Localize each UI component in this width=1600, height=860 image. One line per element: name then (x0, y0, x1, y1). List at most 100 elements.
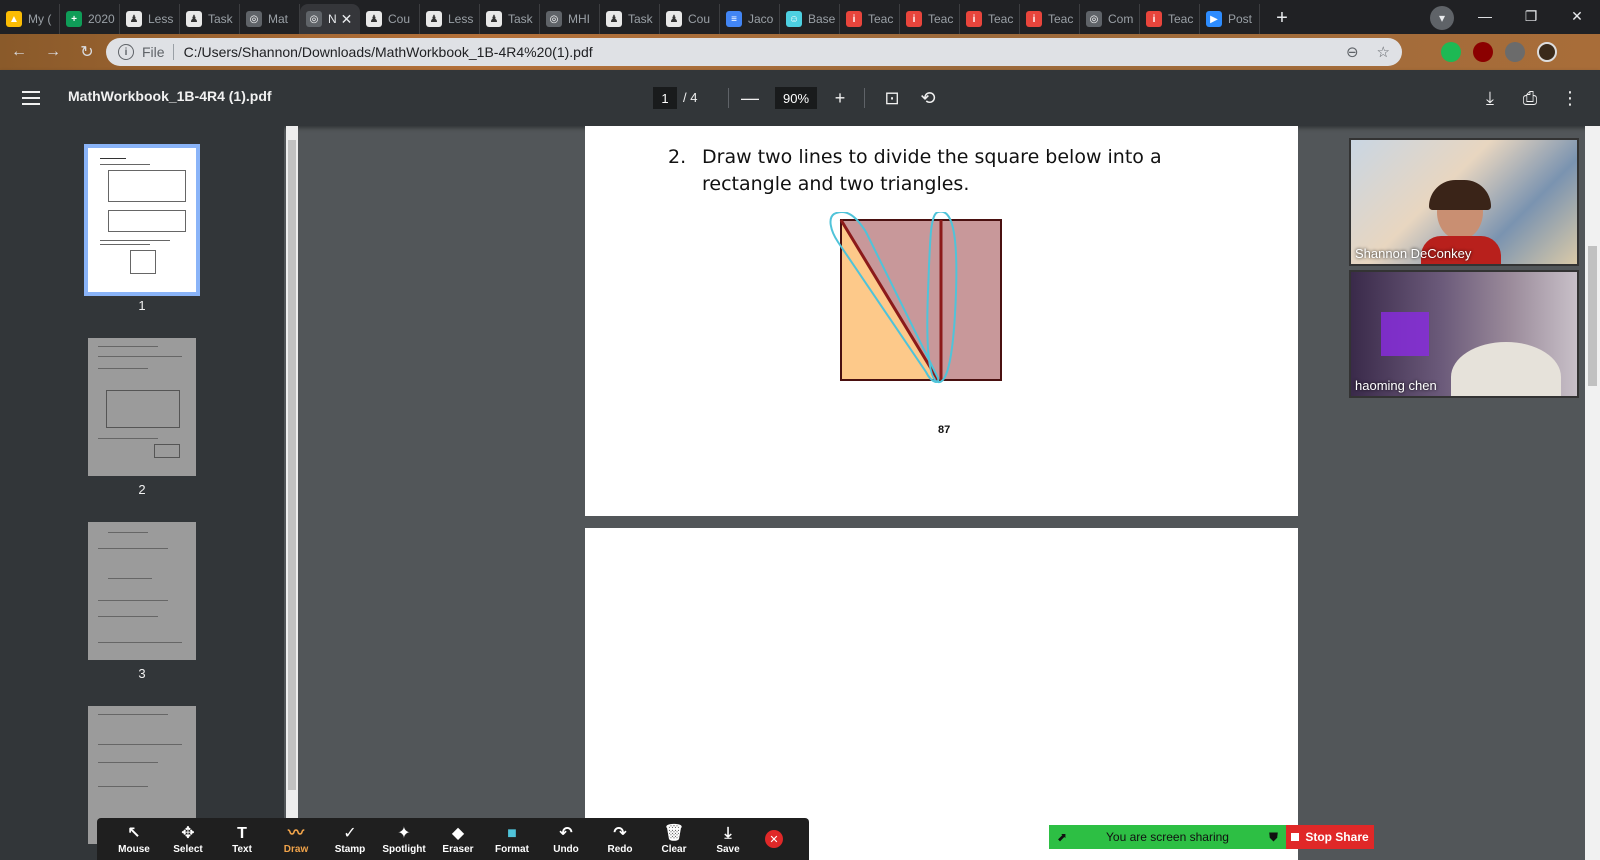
tab-title: Task (508, 12, 533, 26)
sidebar-scroll-thumb[interactable] (288, 140, 296, 790)
video-tile-haoming[interactable]: haoming chen (1349, 270, 1579, 398)
tab-favicon-icon: i (906, 11, 922, 27)
ublock-icon[interactable] (1473, 42, 1493, 62)
browser-tab[interactable]: ♟ Cou (660, 4, 720, 34)
close-annotation-icon[interactable]: ✕ (765, 830, 783, 848)
browser-tab[interactable]: ◎ Com (1080, 4, 1140, 34)
reload-icon[interactable]: ↻ (72, 37, 102, 67)
browser-tab[interactable]: i Teac (1020, 4, 1080, 34)
browser-tab[interactable]: +2020 (60, 4, 120, 34)
profile-avatar[interactable] (1537, 42, 1557, 62)
select-icon: ✥ (181, 824, 195, 842)
browser-tab[interactable]: ♟ Cou (360, 4, 420, 34)
browser-tab[interactable]: ≡ Jaco (720, 4, 780, 34)
close-window-icon[interactable]: ✕ (1554, 0, 1600, 32)
url-scheme: File (142, 44, 165, 60)
tab-title: Teac (1048, 12, 1074, 26)
annotate-save-button[interactable]: ⤓ Save (701, 818, 755, 860)
participant-name: Shannon DeConkey (1355, 246, 1472, 261)
annotate-draw-button[interactable]: 〰 Draw (269, 818, 323, 860)
zoom-icon[interactable]: ⊖ (1346, 43, 1359, 61)
tab-favicon-icon: ♟ (426, 11, 442, 27)
site-info-icon[interactable]: i (118, 44, 134, 60)
screen-share-bar: ⬈ You are screen sharing ⛊ Stop Share (1049, 825, 1374, 849)
annotate-undo-button[interactable]: ↶ Undo (539, 818, 593, 860)
sidebar-scrollbar[interactable] (286, 126, 298, 860)
annotate-text-button[interactable]: T Text (215, 818, 269, 860)
browser-tab[interactable]: i Teac (900, 4, 960, 34)
annotate-clear-button[interactable]: 🗑 Clear (647, 818, 701, 860)
annotate-tool-label: Redo (607, 843, 633, 855)
browser-tab[interactable]: ♟ Task (180, 4, 240, 34)
annotate-redo-button[interactable]: ↷ Redo (593, 818, 647, 860)
annotate-mouse-button[interactable]: ↖ Mouse (107, 818, 161, 860)
page-number-input[interactable]: 1 (653, 87, 677, 109)
rotate-icon[interactable]: ⟲ (916, 86, 940, 110)
zoom-out-icon[interactable]: — (738, 86, 762, 110)
annotate-spotlight-button[interactable]: ✦ Spotlight (377, 818, 431, 860)
video-tile-shannon[interactable]: Shannon DeConkey (1349, 138, 1579, 266)
new-tab-button[interactable]: + (1268, 4, 1296, 32)
thumbnail-page-1[interactable] (84, 144, 200, 296)
thumbnail-page-3[interactable] (88, 522, 196, 660)
tab-close-icon[interactable]: ✕ (341, 11, 353, 28)
sharing-status[interactable]: ⬈ You are screen sharing ⛊ (1049, 825, 1286, 849)
clear-icon: 🗑 (663, 824, 685, 842)
tab-favicon-icon: i (1146, 11, 1162, 27)
zoom-level-input[interactable]: 90% (775, 87, 817, 109)
zoom-in-icon[interactable]: + (828, 86, 852, 110)
redo-icon: ↷ (613, 824, 627, 842)
browser-tab[interactable]: ▶ Post (1200, 4, 1260, 34)
thumbnail-page-2[interactable] (88, 338, 196, 476)
tab-favicon-icon: ◎ (306, 11, 322, 27)
browser-tab[interactable]: ◎ Mat (240, 4, 300, 34)
hamburger-menu-icon[interactable] (22, 88, 40, 108)
forward-icon[interactable]: → (38, 37, 68, 67)
browser-tab[interactable]: ♟ Task (480, 4, 540, 34)
url-text[interactable]: C:/Users/Shannon/Downloads/MathWorkbook_… (184, 44, 593, 60)
extensions-puzzle-icon[interactable] (1505, 42, 1525, 62)
undo-icon: ↶ (559, 824, 573, 842)
text-icon: T (237, 824, 247, 842)
browser-tab[interactable]: ♟ Task (600, 4, 660, 34)
extension-green-icon[interactable] (1441, 42, 1461, 62)
minimize-icon[interactable]: — (1462, 0, 1508, 32)
browser-tab[interactable]: ◎ N ✕ (300, 4, 360, 34)
tab-title: My ( (28, 12, 52, 26)
browser-tab[interactable]: ▲ My ( (0, 4, 60, 34)
tab-search-icon[interactable]: ▾ (1430, 6, 1454, 30)
tab-favicon-icon: ♟ (606, 11, 622, 27)
tab-title: MHI (568, 12, 590, 26)
browser-tab[interactable]: i Teac (960, 4, 1020, 34)
tab-title: Teac (988, 12, 1014, 26)
main-scroll-thumb[interactable] (1588, 246, 1597, 386)
main-scrollbar[interactable] (1585, 126, 1600, 860)
print-icon[interactable]: ⎙ (1518, 86, 1542, 110)
stop-share-button[interactable]: Stop Share (1286, 825, 1374, 849)
annotate-tool-label: Clear (661, 843, 687, 855)
fit-to-page-icon[interactable]: ⊡ (880, 86, 904, 110)
pdf-filename: MathWorkbook_1B-4R4 (1).pdf (68, 88, 272, 104)
browser-tab[interactable]: ◎ MHI (540, 4, 600, 34)
browser-tab[interactable]: ♟ Less (420, 4, 480, 34)
participant-name: haoming chen (1355, 378, 1437, 393)
address-bar[interactable]: i File C:/Users/Shannon/Downloads/MathWo… (106, 38, 1402, 66)
tab-favicon-icon: ◎ (246, 11, 262, 27)
annotate-format-button[interactable]: ■ Format (485, 818, 539, 860)
tab-favicon-icon: ♟ (186, 11, 202, 27)
thumbnail-label: 3 (138, 666, 146, 681)
browser-tab[interactable]: ♟ Less (120, 4, 180, 34)
annotate-eraser-button[interactable]: ◆ Eraser (431, 818, 485, 860)
browser-tab[interactable]: i Teac (840, 4, 900, 34)
back-icon[interactable]: ← (4, 37, 34, 67)
annotate-stamp-button[interactable]: ✓ Stamp (323, 818, 377, 860)
more-options-icon[interactable]: ⋮ (1558, 86, 1582, 110)
browser-tab[interactable]: ☺ Base (780, 4, 840, 34)
annotate-tool-label: Format (495, 843, 529, 855)
draw-icon: 〰 (287, 824, 304, 842)
download-icon[interactable]: ⤓ (1478, 86, 1502, 110)
browser-tab[interactable]: i Teac (1140, 4, 1200, 34)
restore-icon[interactable]: ❐ (1508, 0, 1554, 32)
bookmark-star-icon[interactable]: ☆ (1377, 43, 1390, 61)
annotate-select-button[interactable]: ✥ Select (161, 818, 215, 860)
